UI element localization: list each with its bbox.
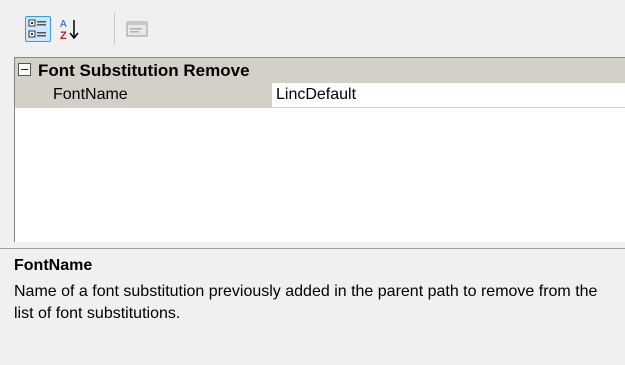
categorized-view-icon [28, 19, 46, 38]
property-row[interactable]: FontName LincDefault [15, 83, 625, 108]
property-name[interactable]: FontName [35, 83, 272, 108]
collapse-icon[interactable] [18, 63, 31, 76]
category-row[interactable]: Font Substitution Remove [15, 58, 625, 83]
property-grid-window: A Z Font Substitution Remove FontName Li… [0, 0, 625, 365]
description-text: Name of a font substitution previously a… [14, 283, 598, 322]
property-grid-toolbar: A Z [0, 0, 625, 57]
svg-text:A: A [60, 19, 67, 30]
alphabetical-sort-button[interactable]: A Z [57, 16, 83, 42]
sort-alphabetical-icon: A Z [60, 19, 79, 42]
property-pages-icon [126, 21, 148, 37]
property-grid: Font Substitution Remove FontName LincDe… [14, 57, 625, 242]
category-label: Font Substitution Remove [38, 61, 250, 80]
property-row-margin [15, 83, 35, 108]
description-title: FontName [14, 257, 93, 274]
description-pane: FontName Name of a font substitution pre… [0, 248, 625, 365]
toolbar-separator [114, 13, 115, 45]
property-pages-button[interactable] [124, 16, 150, 42]
categorized-view-button[interactable] [25, 16, 51, 42]
property-value-field[interactable]: LincDefault [272, 83, 625, 107]
svg-text:Z: Z [60, 30, 67, 42]
